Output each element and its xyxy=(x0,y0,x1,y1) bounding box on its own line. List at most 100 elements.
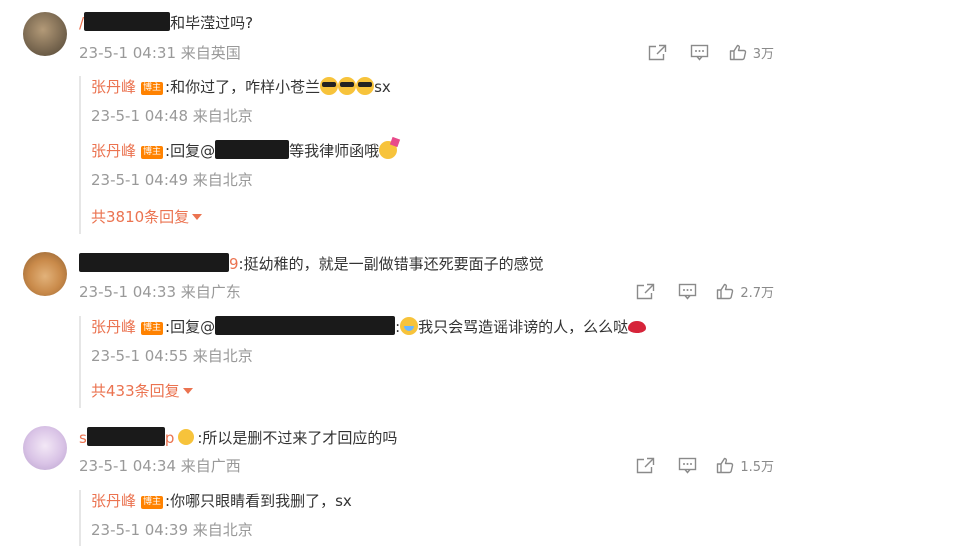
reply-line: 张丹峰 博主:回复@: 我只会骂造谣诽谤的人，么么哒 xyxy=(91,316,647,338)
reply-line: 张丹峰 博主:你哪只眼睛看到我删了，sx xyxy=(91,490,352,512)
reply-item: 张丹峰 博主:你哪只眼睛看到我删了，sx 23-5-1 04:39 来自北京 xyxy=(91,490,352,540)
like-count: 2.7万 xyxy=(740,286,774,301)
reply-meta: 23-5-1 04:39 来自北京 xyxy=(91,520,352,540)
redacted-username xyxy=(86,427,165,446)
comment-header: s p :所以是删不过来了才回应的吗 xyxy=(79,427,397,449)
reply-text: :回复@ xyxy=(165,142,216,160)
share-icon xyxy=(648,44,667,61)
like-count: 1.5万 xyxy=(740,460,774,475)
redacted-mention xyxy=(215,140,290,159)
author-badge: 博主 xyxy=(141,82,164,95)
comment-header: 9:挺幼稚的，就是一副做错事还死要面子的感觉 xyxy=(79,253,544,275)
username-tail[interactable]: p xyxy=(165,429,175,447)
comment-meta: 23-5-1 04:31 来自英国 xyxy=(79,43,241,63)
share-button[interactable] xyxy=(634,283,656,300)
reply-meta: 23-5-1 04:48 来自北京 xyxy=(91,106,397,126)
reply-text-tail: 我只会骂造谣诽谤的人，么么哒 xyxy=(418,318,629,336)
thumbs-up-icon xyxy=(716,457,734,474)
reply-text-tail: sx xyxy=(374,78,391,96)
reply-time: 23-5-1 04:39 xyxy=(91,521,188,539)
comment-actions: 3万 xyxy=(647,43,774,62)
reply-meta: 23-5-1 04:55 来自北京 xyxy=(91,346,646,366)
reply-item: 张丹峰 博主:和你过了，咋样小苍兰 sx 23-5-1 04:48 来自北京 xyxy=(91,76,397,140)
comment-actions: 2.7万 xyxy=(634,282,774,301)
like-button[interactable]: 3万 xyxy=(729,43,774,62)
reply-item: 张丹峰 博主:回复@ 等我律师函哦 23-5-1 04:49 来自北京 xyxy=(91,140,398,206)
thumbs-up-icon xyxy=(716,283,734,300)
reply-time: 23-5-1 04:55 xyxy=(91,347,188,365)
more-replies-link[interactable]: 共433条回复 xyxy=(91,380,646,402)
thumbs-up-icon xyxy=(729,44,747,61)
username[interactable]: s xyxy=(79,429,87,447)
caret-down-icon xyxy=(192,214,203,220)
reply-list: 张丹峰 博主:和你过了，咋样小苍兰 sx 23-5-1 04:48 来自北京 张丹峰… xyxy=(79,76,398,234)
reply-username[interactable]: 张丹峰 xyxy=(91,78,136,96)
reply-location: 来自北京 xyxy=(192,107,253,125)
comment-icon xyxy=(678,457,697,474)
reply-text-tail: 等我律师函哦 xyxy=(289,142,380,160)
user-badge-icon xyxy=(178,429,195,445)
comment-time: 23-5-1 04:31 xyxy=(79,44,176,62)
reply-username[interactable]: 张丹峰 xyxy=(91,492,136,510)
reply-location: 来自北京 xyxy=(192,347,253,365)
reply-time: 23-5-1 04:48 xyxy=(91,107,188,125)
more-replies-label: 共433条回复 xyxy=(91,382,180,400)
reply-text: :你哪只眼睛看到我删了，sx xyxy=(165,492,352,510)
comment-location: 来自广东 xyxy=(180,283,241,301)
reply-line: 张丹峰 博主:和你过了，咋样小苍兰 sx xyxy=(91,76,397,98)
comment-text: :所以是删不过来了才回应的吗 xyxy=(197,429,398,447)
reply-item: 张丹峰 博主:回复@: 我只会骂造谣诽谤的人，么么哒 23-5-1 04:55 来自… xyxy=(91,316,647,380)
reply-text: :和你过了，咋样小苍兰 xyxy=(165,78,321,96)
author-badge: 博主 xyxy=(141,146,164,159)
share-icon xyxy=(636,457,655,474)
reply-button[interactable] xyxy=(676,283,698,300)
comment-time: 23-5-1 04:34 xyxy=(79,457,176,475)
reply-button[interactable] xyxy=(676,457,698,474)
reply-meta: 23-5-1 04:49 来自北京 xyxy=(91,170,397,190)
share-button[interactable] xyxy=(634,457,656,474)
comment-meta: 23-5-1 04:33 来自广东 xyxy=(79,282,241,302)
comment-header: / 和毕滢过吗? xyxy=(79,12,253,34)
comment-time: 23-5-1 04:33 xyxy=(79,283,176,301)
cool-emoji-icon xyxy=(338,77,357,95)
reply-location: 来自北京 xyxy=(192,171,253,189)
laughing-emoji-icon xyxy=(400,317,419,335)
reply-time: 23-5-1 04:49 xyxy=(91,171,188,189)
caret-down-icon xyxy=(182,388,193,394)
comment-text: 和毕滢过吗? xyxy=(170,14,254,32)
redacted-mention xyxy=(215,316,396,335)
username[interactable]: 9 xyxy=(229,255,239,273)
comment-meta: 23-5-1 04:34 来自广西 xyxy=(79,456,241,476)
author-badge: 博主 xyxy=(141,322,164,335)
comment-location: 来自广西 xyxy=(180,457,241,475)
cool-emoji-icon xyxy=(320,77,339,95)
more-replies-link[interactable]: 共3810条回复 xyxy=(91,206,397,228)
reply-list: 张丹峰 博主:你哪只眼睛看到我删了，sx 23-5-1 04:39 来自北京 xyxy=(79,490,352,546)
reply-text: :回复@ xyxy=(165,318,216,336)
reply-list: 张丹峰 博主:回复@: 我只会骂造谣诽谤的人，么么哒 23-5-1 04:55 来自… xyxy=(79,316,647,408)
comment-text: :挺幼稚的，就是一副做错事还死要面子的感觉 xyxy=(238,255,544,273)
more-replies-label: 共3810条回复 xyxy=(91,208,190,226)
like-button[interactable]: 1.5万 xyxy=(716,456,774,475)
cool-emoji-icon xyxy=(356,77,375,95)
reply-username[interactable]: 张丹峰 xyxy=(91,142,136,160)
like-button[interactable]: 2.7万 xyxy=(716,282,774,301)
share-button[interactable] xyxy=(647,44,669,61)
avatar[interactable] xyxy=(23,12,67,56)
reply-username[interactable]: 张丹峰 xyxy=(91,318,136,336)
kiss-lips-icon xyxy=(628,321,647,333)
redacted-username xyxy=(84,12,171,31)
avatar[interactable] xyxy=(23,426,67,470)
share-icon xyxy=(636,283,655,300)
avatar[interactable] xyxy=(23,252,67,296)
reply-line: 张丹峰 博主:回复@ 等我律师函哦 xyxy=(91,140,398,162)
author-badge: 博主 xyxy=(141,496,164,509)
party-emoji-icon xyxy=(379,141,398,159)
redacted-username xyxy=(79,253,229,272)
comment-icon xyxy=(690,44,709,61)
comment-location: 来自英国 xyxy=(180,44,241,62)
comment-icon xyxy=(678,283,697,300)
like-count: 3万 xyxy=(752,47,774,62)
reply-button[interactable] xyxy=(689,44,711,61)
reply-location: 来自北京 xyxy=(192,521,253,539)
